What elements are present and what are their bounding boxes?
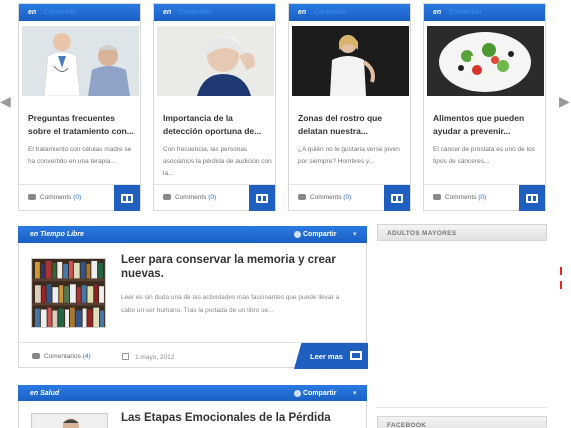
card-title[interactable]: Zonas del rostro que delatan nuestra...: [298, 112, 408, 138]
card-footer: Comments (0): [19, 184, 140, 211]
widget-facebook: FACEBOOK: [377, 416, 547, 428]
card-category[interactable]: Contenido: [449, 9, 481, 16]
card-comments[interactable]: Comments (0): [163, 194, 216, 201]
card-category-bar: en Contenido: [424, 4, 545, 21]
widget-title: ADULTOS MAYORES: [377, 224, 547, 241]
card-prefix: en: [163, 9, 172, 16]
read-book-button[interactable]: [384, 185, 410, 211]
section-category[interactable]: en Tiempo Libre: [30, 231, 84, 238]
card-comments[interactable]: Comments (0): [298, 194, 351, 201]
card-comments[interactable]: Comments (0): [28, 194, 81, 201]
share-button[interactable]: Compartir: [303, 390, 336, 397]
comments-count: (0): [478, 194, 487, 201]
card-category-bar: en Contenido: [19, 4, 140, 21]
feedback-tab[interactable]: [560, 267, 562, 295]
section-bar-salud: en Salud Compartir ▾: [18, 385, 367, 402]
comments-count: (0): [208, 194, 217, 201]
chevron-down-icon[interactable]: ▾: [353, 230, 357, 238]
article-image-man[interactable]: [31, 413, 108, 428]
book-icon: [121, 193, 133, 203]
card-footer: Comments (0): [424, 184, 545, 211]
book-icon: [256, 193, 268, 203]
card-category-bar: en Contenido: [154, 4, 275, 21]
section-bar-tiempo-libre: en Tiempo Libre Compartir ▾: [18, 226, 367, 243]
card-footer: Comments (0): [289, 184, 410, 211]
card-footer: Comments (0): [154, 184, 275, 211]
comment-icon: [163, 194, 171, 200]
card-title[interactable]: Preguntas frecuentes sobre el tratamient…: [28, 112, 138, 138]
share-button[interactable]: Compartir: [303, 231, 336, 238]
comments-count: (4): [82, 353, 91, 360]
comments-label: Comments: [310, 194, 342, 201]
card-image-doctor[interactable]: [22, 26, 139, 97]
article-footer: Comentarios (4) 1 mayo, 2012 Leer mas: [19, 342, 368, 369]
article-excerpt: Leer es sin duda una de las actividades …: [121, 294, 340, 314]
calendar-icon: [122, 353, 129, 360]
comment-icon: [298, 194, 306, 200]
section-category[interactable]: en Salud: [30, 390, 59, 397]
card-excerpt: ¿A quién no le gustaría verse joven por …: [298, 146, 400, 165]
card-excerpt: Con frecuencia, las personas asociamos l…: [163, 146, 272, 177]
card-image-salad[interactable]: [427, 26, 544, 96]
carousel-card[interactable]: en Contenido Preguntas frecuentes sobre …: [18, 3, 141, 211]
read-book-button[interactable]: [249, 185, 275, 211]
article-card: Leer para conservar la memoria y crear n…: [18, 243, 368, 369]
article-comments[interactable]: Comentarios (4): [32, 353, 91, 360]
chevron-down-icon[interactable]: ▾: [353, 389, 357, 397]
comment-icon: [433, 194, 441, 200]
card-title[interactable]: Importancia de la detección oportuna de.…: [163, 112, 273, 138]
article-title[interactable]: Las Etapas Emocionales de la Pérdida: [121, 412, 331, 424]
carousel-card[interactable]: en Contenido Importancia de la detección…: [153, 3, 276, 211]
carousel-card[interactable]: en Contenido Alimentos que pueden ayudar…: [423, 3, 546, 211]
article-date: 1 mayo, 2012: [122, 353, 174, 361]
carousel-card[interactable]: en Contenido Zonas del rostro que delata…: [288, 3, 411, 211]
read-book-button[interactable]: [519, 185, 545, 211]
comments-count: (0): [343, 194, 352, 201]
card-prefix: en: [433, 9, 442, 16]
comment-icon: [32, 353, 40, 359]
read-more-button[interactable]: Leer mas: [294, 343, 368, 369]
widget-adultos-mayores: ADULTOS MAYORES: [377, 224, 547, 408]
book-icon: [391, 193, 403, 203]
article-image-bookshelf[interactable]: [31, 258, 106, 328]
card-category[interactable]: Contenido: [314, 9, 346, 16]
comments-count: (0): [73, 194, 82, 201]
read-book-button[interactable]: [114, 185, 140, 211]
book-icon: [350, 351, 362, 360]
comment-icon: [28, 194, 36, 200]
book-icon: [526, 193, 538, 203]
carousel-prev-icon[interactable]: ◀: [0, 94, 11, 108]
card-category-bar: en Contenido: [289, 4, 410, 21]
card-category[interactable]: Contenido: [179, 9, 211, 16]
card-excerpt: El cáncer de próstata es uno de los tipo…: [433, 146, 535, 165]
read-more-label: Leer mas: [310, 352, 343, 361]
card-title[interactable]: Alimentos que pueden ayudar a prevenir..…: [433, 112, 543, 138]
card-image-woman-listening[interactable]: [157, 26, 274, 96]
card-image-woman-portrait[interactable]: [292, 26, 409, 96]
share-icon[interactable]: [294, 390, 301, 397]
article-card: Las Etapas Emocionales de la Pérdida: [18, 401, 367, 428]
card-category[interactable]: Contenido: [44, 9, 76, 16]
card-prefix: en: [298, 9, 307, 16]
comments-label: Comentarios: [44, 353, 81, 360]
comments-label: Comments: [175, 194, 207, 201]
card-comments[interactable]: Comments (0): [433, 194, 486, 201]
widget-title: FACEBOOK: [377, 416, 547, 428]
article-title[interactable]: Leer para conservar la memoria y crear n…: [121, 253, 351, 281]
carousel-next-icon[interactable]: ▶: [559, 94, 570, 108]
comments-label: Comments: [445, 194, 477, 201]
share-icon[interactable]: [294, 231, 301, 238]
card-prefix: en: [28, 9, 37, 16]
comments-label: Comments: [40, 194, 72, 201]
card-excerpt: El tratamiento con células madre se ha c…: [28, 146, 132, 165]
